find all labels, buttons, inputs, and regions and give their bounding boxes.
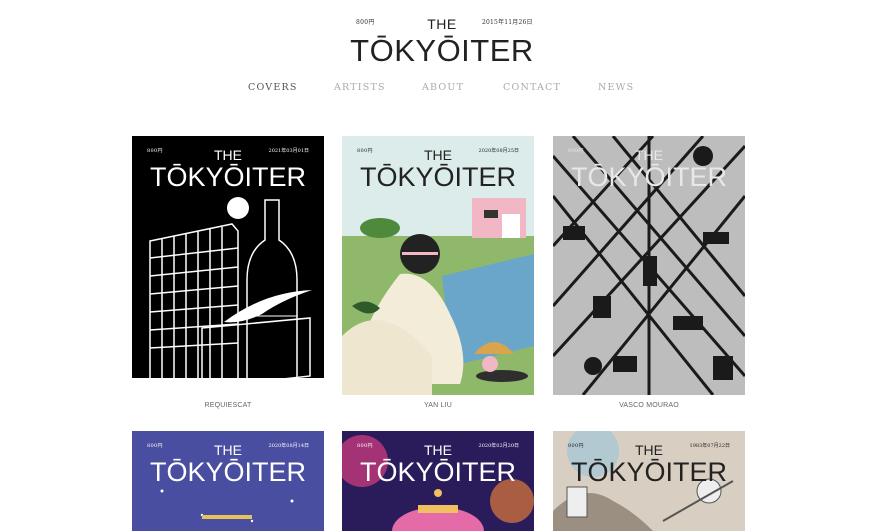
nav-contact[interactable]: CONTACT [503,82,561,93]
cover-title: TŌKYŌITER [359,162,516,192]
cover-title: TŌKYŌITER [149,457,306,487]
cover-date: 2020年08月25日 [478,148,519,154]
cover-image[interactable]: 800円 THE 2020年02月20日 TŌKYŌITER [342,431,534,531]
cover-image[interactable]: 800円 THE 1983年07月22日 TŌKYŌITER [553,431,745,531]
cover-card[interactable]: 800円 THE 2020年02月20日 TŌKYŌITER [342,431,534,531]
site-masthead[interactable]: 800円 THE 2015年11月26日 TŌKYŌITER [0,14,884,70]
cover-date: 2020年08月14日 [268,443,309,449]
cover-title: TŌKYŌITER [570,457,727,487]
cover-card[interactable]: 800円 THE 2021年03月01日 TŌKYŌITER REQUIESCA… [132,136,324,409]
cover-title: TŌKYŌITER [149,162,306,192]
cover-artist-caption[interactable]: VASCO MOURAO [553,402,745,409]
cover-image[interactable]: 800円 THE 2021年03月01日 TŌKYŌITER [132,136,324,395]
cover-title: TŌKYŌITER [359,457,516,487]
cover-image[interactable]: 800円 THE 2020年08月25日 TŌKYŌITER [342,136,534,395]
main-nav: COVERS ARTISTS ABOUT CONTACT NEWS [0,82,884,96]
masthead-the: THE [427,16,457,32]
cover-image[interactable]: 800円 THE 2020年08月14日 TŌKYŌITER [132,431,324,531]
nav-artists[interactable]: ARTISTS [334,82,386,93]
cover-card[interactable]: 800円 THE 2020年08月14日 TŌKYŌITER [132,431,324,531]
cover-image[interactable]: 800円 THE TŌKYŌITER [553,136,745,395]
cover-card[interactable]: 800円 THE 1983年07月22日 TŌKYŌITER [553,431,745,531]
nav-about[interactable]: ABOUT [422,82,464,93]
cover-artist-caption[interactable]: YAN LIU [342,402,534,409]
cover-title: TŌKYŌITER [570,162,727,192]
cover-artist-caption[interactable]: REQUIESCAT [132,402,324,409]
masthead-date: 2015年11月26日 [482,19,533,26]
cover-the: THE [635,147,663,163]
cover-date: 2020年02月20日 [478,443,519,449]
cover-date: 1983年07月22日 [689,443,730,449]
nav-covers[interactable]: COVERS [248,82,298,93]
cover-card[interactable]: 800円 THE 2020年08月25日 TŌKYŌITER YAN LIU [342,136,534,409]
nav-news[interactable]: NEWS [598,82,634,93]
cover-date: 2021年03月01日 [268,148,309,154]
site-logo[interactable]: TŌKYŌITER [0,34,884,68]
cover-card[interactable]: 800円 THE TŌKYŌITER VASCO MOURAO [553,136,745,409]
